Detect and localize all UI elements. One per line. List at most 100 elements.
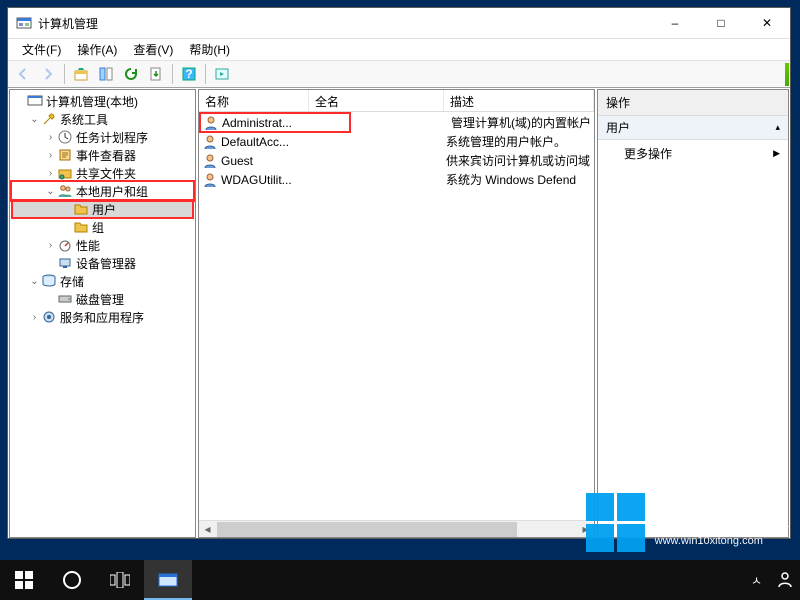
- watermark-url: www.win10xitong.com: [655, 535, 790, 547]
- nav-forward-button[interactable]: [37, 63, 59, 85]
- services-icon: [41, 309, 57, 325]
- tree-label: 性能: [76, 237, 100, 254]
- minimize-button[interactable]: –: [652, 8, 698, 38]
- tree-label: 磁盘管理: [76, 291, 124, 308]
- taskbar[interactable]: ㅅ: [0, 560, 800, 600]
- nav-back-button[interactable]: [12, 63, 34, 85]
- tree-services-apps[interactable]: ›服务和应用程序: [12, 308, 193, 326]
- taskview-button[interactable]: [96, 560, 144, 600]
- toolbar: ?: [8, 60, 790, 88]
- content-area: 计算机管理(本地) ⌄ 系统工具 › 任务计划程序 › 事件查看器: [8, 88, 790, 538]
- tree-task-scheduler[interactable]: › 任务计划程序: [12, 128, 193, 146]
- expand-icon[interactable]: ›: [44, 240, 57, 251]
- tree-disk-management[interactable]: 磁盘管理: [12, 290, 193, 308]
- cell-desc: 管理计算机(域)的内置帐户: [451, 114, 594, 131]
- mmc-window: 计算机管理 – □ ✕ 文件(F) 操作(A) 查看(V) 帮助(H) ?: [7, 7, 791, 539]
- tree-label: 设备管理器: [76, 255, 136, 272]
- horizontal-scrollbar[interactable]: ◂ ▸: [199, 520, 594, 537]
- user-icon: [202, 153, 218, 169]
- chevron-right-icon: ▶: [773, 148, 780, 159]
- toolbar-separator: [64, 64, 65, 84]
- tree-device-manager[interactable]: 设备管理器: [12, 254, 193, 272]
- tree-users[interactable]: 用户: [12, 200, 193, 218]
- tree-root[interactable]: 计算机管理(本地): [12, 92, 193, 110]
- tree-groups[interactable]: 组: [12, 218, 193, 236]
- tools-icon: [41, 111, 57, 127]
- system-tray[interactable]: ㅅ: [751, 570, 800, 591]
- tree-event-viewer[interactable]: › 事件查看器: [12, 146, 193, 164]
- menu-file[interactable]: 文件(F): [16, 39, 67, 60]
- refresh-button[interactable]: [120, 63, 142, 85]
- perf-icon: [57, 237, 73, 253]
- tree-performance[interactable]: › 性能: [12, 236, 193, 254]
- export-button[interactable]: [145, 63, 167, 85]
- expand-icon[interactable]: ›: [44, 150, 57, 161]
- titlebar: 计算机管理 – □ ✕: [8, 8, 790, 38]
- expand-icon[interactable]: ›: [44, 168, 57, 179]
- collapse-icon[interactable]: ⌄: [28, 276, 41, 287]
- taskbar-app-compmgmt[interactable]: [144, 560, 192, 600]
- tree-storage[interactable]: ⌄存储: [12, 272, 193, 290]
- cell-name: WDAGUtilit...: [221, 173, 311, 187]
- tray-people-icon[interactable]: [776, 570, 794, 591]
- tree-pane[interactable]: 计算机管理(本地) ⌄ 系统工具 › 任务计划程序 › 事件查看器: [9, 89, 196, 538]
- scroll-thumb[interactable]: [217, 522, 517, 537]
- list-row[interactable]: Guest 供来宾访问计算机或访问域: [199, 151, 594, 170]
- actions-title: 操作: [598, 90, 788, 116]
- share-icon: [57, 165, 73, 181]
- menu-view[interactable]: 查看(V): [127, 39, 179, 60]
- actions-section[interactable]: 用户 ▴: [598, 116, 788, 140]
- windows-logo-icon: [586, 493, 645, 552]
- toolbar-grip: [785, 63, 789, 86]
- list-row[interactable]: DefaultAcc... 系统管理的用户帐户。: [199, 132, 594, 151]
- collapse-icon[interactable]: ⌄: [44, 186, 57, 197]
- tree-system-tools[interactable]: ⌄ 系统工具: [12, 110, 193, 128]
- col-description[interactable]: 描述: [444, 90, 594, 111]
- tree-label: 事件查看器: [76, 147, 136, 164]
- tree-label: 共享文件夹: [76, 165, 136, 182]
- col-name[interactable]: 名称: [199, 90, 309, 111]
- folder-icon: [73, 201, 89, 217]
- col-fullname[interactable]: 全名: [309, 90, 444, 111]
- actions-more[interactable]: 更多操作 ▶: [598, 140, 788, 167]
- expand-icon[interactable]: ›: [44, 132, 57, 143]
- cell-desc: 供来宾访问计算机或访问域: [446, 152, 594, 169]
- list-pane: 名称 全名 描述 Administrat... 管理计算机(域)的内置帐户 De…: [198, 89, 595, 538]
- tree-label: 用户: [92, 201, 116, 218]
- toolbar-separator: [205, 64, 206, 84]
- collapse-icon[interactable]: ⌄: [28, 114, 41, 125]
- watermark-brand: Win10之家: [655, 498, 790, 535]
- app-icon: [16, 15, 32, 31]
- user-icon: [202, 134, 218, 150]
- storage-icon: [41, 273, 57, 289]
- properties-button[interactable]: [95, 63, 117, 85]
- up-level-button[interactable]: [70, 63, 92, 85]
- actions-pane: 操作 用户 ▴ 更多操作 ▶: [597, 89, 789, 538]
- menu-help[interactable]: 帮助(H): [183, 39, 236, 60]
- list-row[interactable]: WDAGUtilit... 系统为 Windows Defend: [199, 170, 594, 189]
- collapse-icon: ▴: [775, 122, 780, 133]
- cortana-button[interactable]: [48, 560, 96, 600]
- tree-shared-folders[interactable]: › 共享文件夹: [12, 164, 193, 182]
- tree-label: 系统工具: [60, 111, 108, 128]
- menu-action[interactable]: 操作(A): [71, 39, 123, 60]
- list-body[interactable]: Administrat... 管理计算机(域)的内置帐户 DefaultAcc.…: [199, 112, 594, 537]
- start-button[interactable]: [0, 560, 48, 600]
- expand-icon[interactable]: ›: [28, 312, 41, 323]
- actions-more-label: 更多操作: [624, 145, 672, 162]
- maximize-button[interactable]: □: [698, 8, 744, 38]
- help-button[interactable]: ?: [178, 63, 200, 85]
- show-hide-button[interactable]: [211, 63, 233, 85]
- event-icon: [57, 147, 73, 163]
- scroll-left-icon[interactable]: ◂: [199, 522, 216, 536]
- cell-desc: 系统为 Windows Defend: [446, 171, 594, 188]
- list-row-administrator[interactable]: Administrat...: [200, 113, 350, 132]
- users-icon: [57, 183, 73, 199]
- close-button[interactable]: ✕: [744, 8, 790, 38]
- user-icon: [202, 172, 218, 188]
- tray-overflow-icon[interactable]: ㅅ: [751, 572, 762, 589]
- folder-icon: [73, 219, 89, 235]
- tree-label: 任务计划程序: [76, 129, 148, 146]
- tree-local-users-groups[interactable]: ⌄ 本地用户和组: [12, 182, 193, 200]
- tree-label: 本地用户和组: [76, 183, 148, 200]
